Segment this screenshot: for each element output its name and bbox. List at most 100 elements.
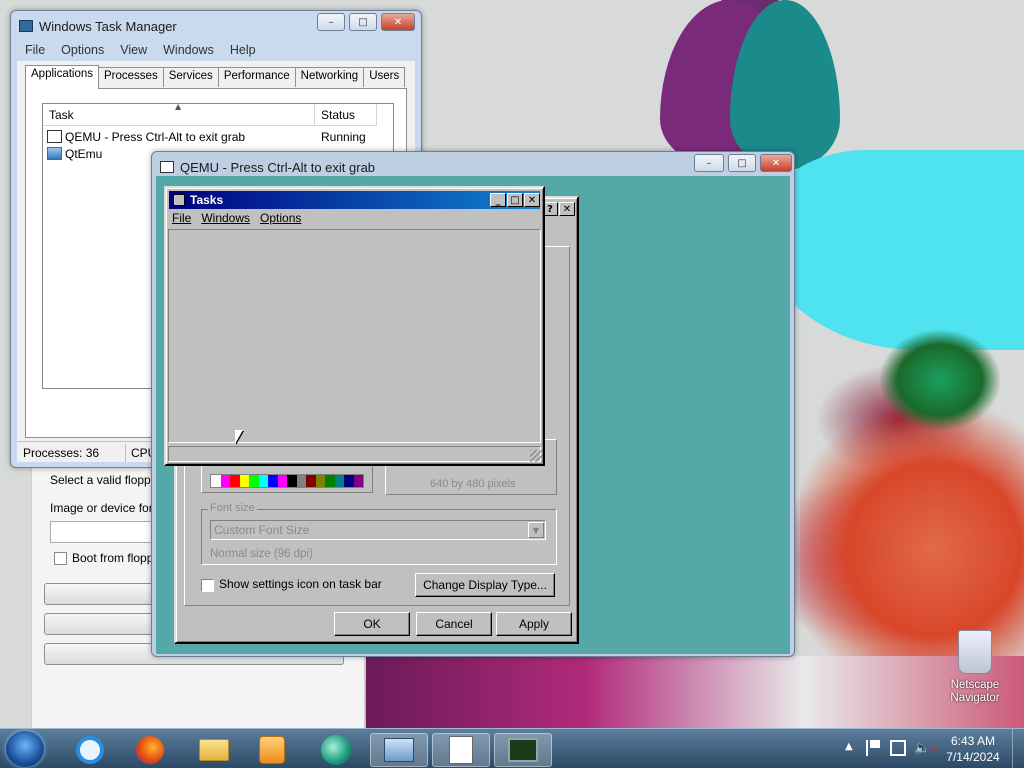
network-icon[interactable]: [890, 740, 906, 756]
tasks-workspace[interactable]: [168, 229, 541, 443]
ok-button[interactable]: OK: [334, 612, 410, 636]
task-row-name: QtEmu: [65, 147, 103, 161]
maximize-button[interactable]: □: [349, 13, 377, 31]
show-hidden-icons-icon[interactable]: ▲: [845, 741, 853, 752]
show-settings-checkbox[interactable]: [201, 579, 214, 592]
firefox-icon[interactable]: [124, 733, 176, 767]
notepad-taskbar-icon[interactable]: [432, 733, 490, 767]
palette-swatch: [287, 475, 297, 487]
palette-swatch: [306, 475, 316, 487]
flag-icon[interactable]: [866, 740, 880, 756]
qemu-taskbar-icon[interactable]: [370, 733, 428, 767]
show-settings-label: Show settings icon on task bar: [219, 577, 382, 591]
qemu-titlebar: QEMU - Press Ctrl-Alt to exit grab: [160, 156, 375, 178]
media-player-icon[interactable]: [246, 733, 298, 767]
change-display-type-button[interactable]: Change Display Type...: [415, 573, 555, 597]
screen-area-text: 640 by 480 pixels: [430, 478, 516, 490]
dialog-close-button[interactable]: ✕: [559, 202, 575, 216]
palette-swatch: [325, 475, 335, 487]
task-manager-taskbar-icon[interactable]: [494, 733, 552, 767]
tasks-window: Tasks _ □ ✕ File Windows Options: [164, 186, 545, 466]
palette-swatch: [230, 475, 240, 487]
wallpaper-pink-ground: [366, 656, 1024, 728]
tab-processes[interactable]: Processes: [98, 67, 164, 87]
resize-grip-icon[interactable]: [530, 450, 542, 462]
tasks-minimize-button[interactable]: _: [490, 193, 506, 207]
font-size-value: Custom Font Size: [214, 523, 310, 537]
file-explorer-icon[interactable]: [188, 733, 240, 767]
palette-swatch: [249, 475, 259, 487]
qemu-minimize-button[interactable]: –: [694, 154, 724, 172]
status-divider: [125, 444, 126, 462]
task-row-name: QEMU - Press Ctrl-Alt to exit grab: [65, 130, 246, 144]
column-header-status[interactable]: Status: [315, 104, 377, 126]
tasks-titlebar: Tasks: [169, 191, 540, 209]
tab-applications[interactable]: Applications: [25, 65, 100, 89]
netscape-navigator-label[interactable]: Netscape Navigator: [938, 679, 1012, 705]
mouse-cursor-icon: [235, 430, 243, 444]
apply-button[interactable]: Apply: [496, 612, 572, 636]
tab-strip: Applications Processes Services Performa…: [25, 65, 406, 89]
color-palette-group: [201, 465, 373, 493]
task-manager-title: Windows Task Manager: [39, 18, 177, 34]
tasks-close-button[interactable]: ✕: [524, 193, 540, 207]
internet-explorer-icon[interactable]: [64, 733, 116, 767]
qtemu-icon: [47, 147, 62, 160]
clock-date: 7/14/2024: [946, 750, 1000, 764]
task-row-qemu[interactable]: QEMU - Press Ctrl-Alt to exit grab Runni…: [45, 129, 391, 146]
menu-file[interactable]: File: [25, 43, 45, 57]
cancel-button[interactable]: Cancel: [416, 612, 492, 636]
menu-help[interactable]: Help: [230, 43, 256, 57]
qtemu-taskbar-icon[interactable]: [310, 733, 362, 767]
qemu-maximize-button[interactable]: □: [728, 154, 756, 172]
palette-swatch: [334, 475, 344, 487]
palette-swatch: [296, 475, 306, 487]
wallpaper-cyan-wave: [760, 150, 1024, 350]
task-manager-menubar: File Options View Windows Help: [25, 43, 256, 57]
tab-services[interactable]: Services: [162, 67, 219, 87]
font-size-note: Normal size (96 dpi): [210, 548, 313, 560]
palette-swatch: [353, 475, 363, 487]
color-palette: [210, 474, 364, 488]
tab-networking[interactable]: Networking: [294, 67, 365, 87]
wallpaper-green-leaf: [880, 330, 1000, 430]
palette-swatch: [258, 475, 268, 487]
palette-swatch: [211, 475, 221, 487]
task-manager-titlebar: Windows Task Manager: [19, 15, 177, 37]
floppy-path-input[interactable]: [50, 521, 160, 543]
qemu-title: QEMU - Press Ctrl-Alt to exit grab: [180, 159, 376, 175]
recycle-bin-icon[interactable]: [958, 630, 992, 674]
palette-swatch: [277, 475, 287, 487]
font-size-group: Font size Custom Font Size ▼ Normal size…: [201, 502, 557, 565]
chevron-down-icon[interactable]: ▼: [528, 522, 544, 538]
netscape-label-line2: Navigator: [950, 692, 1000, 704]
volume-muted-icon[interactable]: 🔈✕: [914, 741, 938, 756]
tab-users[interactable]: Users: [363, 67, 406, 87]
select-floppy-label: Select a valid floppy: [50, 473, 157, 487]
menu-options[interactable]: Options: [61, 43, 104, 57]
tasks-menu-file[interactable]: File: [172, 211, 191, 225]
start-button[interactable]: [6, 731, 44, 767]
clock-time: 6:43 AM: [950, 734, 996, 748]
close-button[interactable]: ✕: [381, 13, 415, 31]
process-count: Processes: 36: [23, 446, 100, 460]
qemu-close-button[interactable]: ✕: [760, 154, 792, 172]
task-manager-icon: [19, 20, 33, 32]
palette-swatch: [315, 475, 325, 487]
clock[interactable]: 6:43 AM 7/14/2024: [940, 733, 1006, 765]
menu-windows[interactable]: Windows: [163, 43, 214, 57]
tasks-title: Tasks: [190, 193, 224, 207]
boot-floppy-checkbox[interactable]: [54, 552, 67, 565]
image-device-label: Image or device for t: [50, 501, 160, 515]
tasks-menu-options[interactable]: Options: [260, 211, 301, 225]
tab-performance[interactable]: Performance: [217, 67, 296, 87]
tasks-menu-windows[interactable]: Windows: [201, 211, 250, 225]
minimize-button[interactable]: –: [317, 13, 345, 31]
sort-arrow-icon: ▲: [175, 102, 182, 111]
font-size-dropdown[interactable]: Custom Font Size ▼: [210, 520, 546, 540]
show-desktop-button[interactable]: [1012, 729, 1024, 768]
tasks-menubar: File Windows Options: [172, 211, 301, 225]
tasks-maximize-button[interactable]: □: [507, 193, 523, 207]
task-row-status: Running: [321, 130, 366, 144]
menu-view[interactable]: View: [120, 43, 147, 57]
